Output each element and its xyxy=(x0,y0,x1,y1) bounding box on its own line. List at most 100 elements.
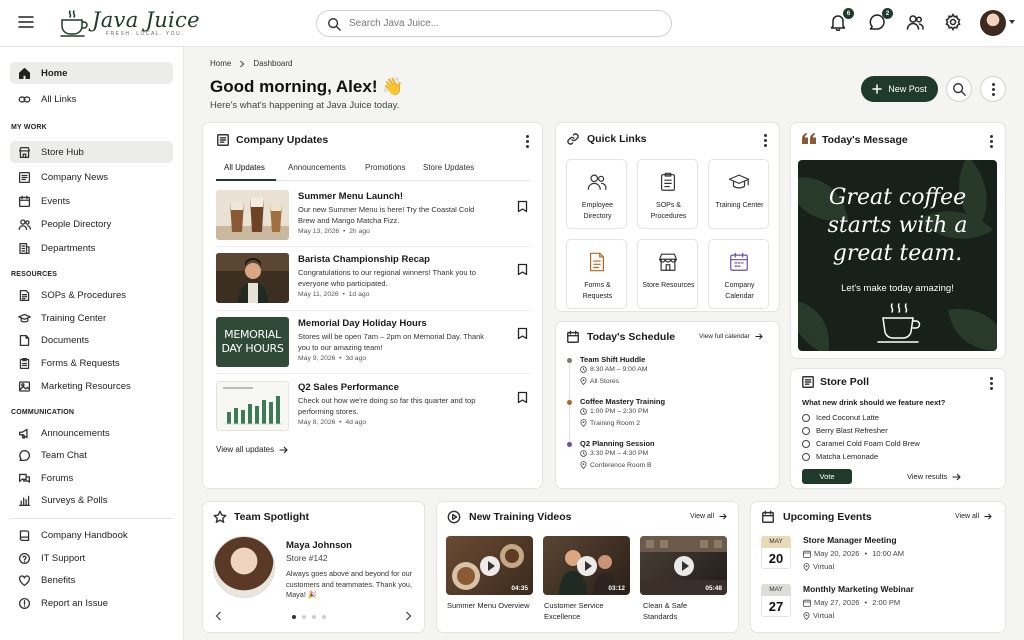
event-title[interactable]: Monthly Marketing Webinar xyxy=(803,584,914,594)
notifications-button[interactable]: 6 xyxy=(829,8,854,31)
sidebar-item-events[interactable]: Events xyxy=(10,190,173,212)
settings-button[interactable] xyxy=(944,13,962,31)
sidebar-item-forums[interactable]: Forums xyxy=(10,467,173,489)
sidebar-item-company-handbook[interactable]: Company Handbook xyxy=(10,524,173,546)
quick-link-company-calendar[interactable]: Company Calendar xyxy=(708,239,769,309)
sidebar-item-store-hub[interactable]: Store Hub xyxy=(10,141,173,163)
bookmark-icon[interactable] xyxy=(517,200,528,213)
breadcrumb-home[interactable]: Home xyxy=(210,59,231,68)
tab-promotions[interactable]: Promotions xyxy=(365,163,405,172)
new-post-button[interactable]: New Post xyxy=(861,76,938,102)
people-button[interactable] xyxy=(906,13,924,31)
sidebar-item-label: Training Center xyxy=(41,312,107,324)
video-thumbnail[interactable]: 04:35 xyxy=(446,536,533,595)
messages-button[interactable]: 2 xyxy=(868,8,893,31)
video-thumbnail[interactable]: 05:48 xyxy=(640,536,727,595)
breadcrumb: Home Dashboard xyxy=(210,59,292,68)
bookmark-icon[interactable] xyxy=(517,391,528,404)
play-icon[interactable] xyxy=(577,556,597,576)
sidebar-item-benefits[interactable]: Benefits xyxy=(10,569,173,591)
search-input[interactable] xyxy=(349,18,649,29)
play-icon[interactable] xyxy=(480,556,500,576)
sidebar-item-it-support[interactable]: IT Support xyxy=(10,547,173,569)
sidebar-item-marketing-resources[interactable]: Marketing Resources xyxy=(10,375,173,397)
sidebar-item-documents[interactable]: Documents xyxy=(10,329,173,351)
poll-option[interactable]: Iced Coconut Latte xyxy=(802,413,879,422)
quick-link-store-resources[interactable]: Store Resources xyxy=(637,239,698,309)
chevron-right-icon xyxy=(240,60,245,67)
quick-link-sops[interactable]: SOPs & Procedures xyxy=(637,159,698,229)
view-all-updates-link[interactable]: View all updates xyxy=(216,445,288,454)
sidebar-item-surveys-polls[interactable]: Surveys & Polls xyxy=(10,489,173,511)
radio-button[interactable] xyxy=(802,439,810,448)
sidebar-item-report-issue[interactable]: Report an Issue xyxy=(10,592,173,614)
header-search-button[interactable] xyxy=(946,76,972,102)
header-more-button[interactable] xyxy=(980,76,1006,102)
bookmark-icon[interactable] xyxy=(517,263,528,276)
quick-link-forms-requests[interactable]: Forms & Requests xyxy=(566,239,627,309)
video-title[interactable]: Customer Service Excellence xyxy=(544,601,619,622)
sidebar-item-announcements[interactable]: Announcements xyxy=(10,422,173,444)
tab-store-updates[interactable]: Store Updates xyxy=(423,163,474,172)
update-item[interactable]: Barista Championship Recap Congratulatio… xyxy=(216,253,530,305)
more-vertical-icon[interactable] xyxy=(990,135,993,148)
sidebar-item-people-directory[interactable]: People Directory xyxy=(10,213,173,235)
sidebar-item-team-chat[interactable]: Team Chat xyxy=(10,444,173,466)
training-view-all-link[interactable]: View all xyxy=(690,513,727,520)
update-item[interactable]: Summer Menu Launch! Our new Summer Menu … xyxy=(216,190,530,242)
search-bar[interactable] xyxy=(316,10,672,37)
sidebar-item-label: Company News xyxy=(41,171,109,183)
user-avatar[interactable] xyxy=(980,10,1006,36)
more-vertical-icon[interactable] xyxy=(526,135,529,148)
sidebar-item-home[interactable]: Home xyxy=(10,62,173,84)
update-item[interactable]: Q2 Sales Performance Check out how we're… xyxy=(216,381,530,433)
radio-button[interactable] xyxy=(802,452,810,461)
tab-all-updates[interactable]: All Updates xyxy=(224,163,265,172)
radio-button[interactable] xyxy=(802,413,810,422)
quick-link-employee-directory[interactable]: Employee Directory xyxy=(566,159,627,229)
poll-option[interactable]: Berry Blast Refresher xyxy=(802,426,888,435)
pager-dot-active[interactable] xyxy=(292,615,296,619)
messages-badge: 2 xyxy=(882,8,893,19)
update-thumbnail: MEMORIAL DAY HOURS xyxy=(216,317,289,367)
sidebar-item-all-links[interactable]: All Links xyxy=(10,88,173,110)
forum-icon xyxy=(18,473,31,483)
chevron-left-icon[interactable] xyxy=(215,611,222,621)
quick-link-training-center[interactable]: Training Center xyxy=(708,159,769,229)
more-vertical-icon[interactable] xyxy=(990,377,993,390)
sidebar-item-company-news[interactable]: Company News xyxy=(10,166,173,188)
vote-button[interactable]: Vote xyxy=(802,469,852,484)
radio-button[interactable] xyxy=(802,426,810,435)
video-title[interactable]: Summer Menu Overview xyxy=(447,601,530,612)
play-icon[interactable] xyxy=(674,556,694,576)
view-full-calendar-link[interactable]: View full calendar xyxy=(699,333,763,340)
update-item[interactable]: MEMORIAL DAY HOURS Memorial Day Holiday … xyxy=(216,317,530,369)
menu-icon[interactable] xyxy=(18,15,34,29)
storefront-icon xyxy=(659,253,677,271)
view-results-link[interactable]: View results xyxy=(907,472,962,481)
chevron-down-icon[interactable] xyxy=(1009,20,1015,24)
poll-option[interactable]: Caramel Cold Foam Cold Brew xyxy=(802,439,920,448)
chevron-right-icon[interactable] xyxy=(405,611,412,621)
schedule-item-place: Training Room 2 xyxy=(580,419,640,427)
pager-dot[interactable] xyxy=(302,615,306,619)
pager-dot[interactable] xyxy=(322,615,326,619)
tab-announcements[interactable]: Announcements xyxy=(288,163,346,172)
more-vertical-icon[interactable] xyxy=(764,134,767,147)
sidebar-item-forms-requests[interactable]: Forms & Requests xyxy=(10,352,173,374)
bookmark-icon[interactable] xyxy=(517,327,528,340)
quick-link-label: SOPs & Procedures xyxy=(650,202,687,220)
video-thumbnail[interactable]: 03:12 xyxy=(543,536,630,595)
event-title[interactable]: Store Manager Meeting xyxy=(803,535,897,545)
pager-dot[interactable] xyxy=(312,615,316,619)
poll-option[interactable]: Matcha Lemonade xyxy=(802,452,878,461)
sidebar-item-training-center[interactable]: Training Center xyxy=(10,307,173,329)
sidebar-item-departments[interactable]: Departments xyxy=(10,237,173,259)
events-view-all-link[interactable]: View all xyxy=(955,513,992,520)
sidebar-item-sops[interactable]: SOPs & Procedures xyxy=(10,284,173,306)
brand-logo[interactable]: Java Juice FRESH. LOCAL. YOU. xyxy=(58,8,200,38)
video-title[interactable]: Clean & Safe Standards xyxy=(643,601,713,622)
spotlight-store: Store #142 xyxy=(286,553,328,563)
calendar-icon xyxy=(18,195,31,207)
play-circle-icon xyxy=(447,510,461,524)
